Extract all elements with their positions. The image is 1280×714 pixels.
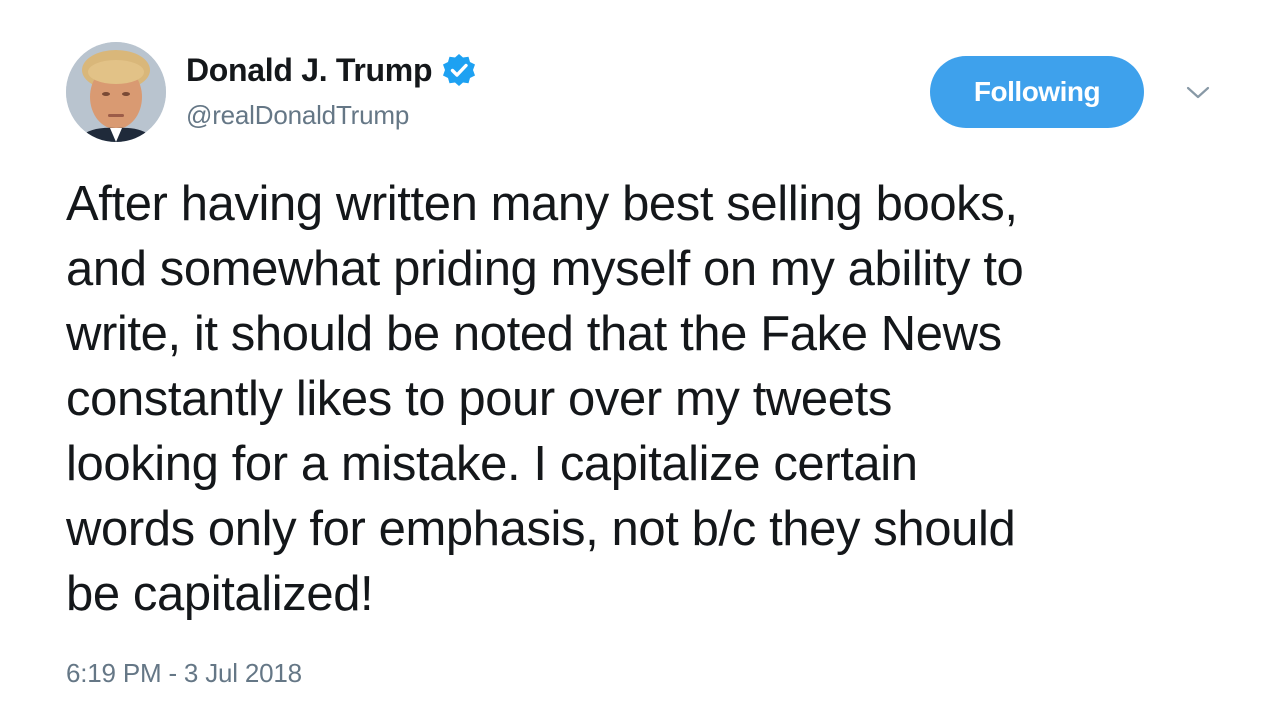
tweet-timestamp[interactable]: 6:19 PM - 3 Jul 2018 xyxy=(66,658,302,689)
display-name[interactable]: Donald J. Trump xyxy=(186,52,433,89)
avatar-image xyxy=(66,42,166,142)
tweet-text-line: words only for emphasis, not b/c they sh… xyxy=(66,502,1016,556)
user-handle[interactable]: @realDonaldTrump xyxy=(186,100,409,131)
verified-badge-icon xyxy=(442,53,476,87)
tweet-card: Donald J. Trump @realDonaldTrump Followi… xyxy=(0,0,1280,714)
tweet-text-line: and somewhat priding myself on my abilit… xyxy=(66,242,1024,296)
tweet-menu-button[interactable] xyxy=(1180,78,1216,108)
avatar[interactable] xyxy=(66,42,166,142)
tweet-text-line: constantly likes to pour over my tweets xyxy=(66,372,892,426)
tweet-text-line: looking for a mistake. I capitalize cert… xyxy=(66,437,918,491)
tweet-text-line: After having written many best selling b… xyxy=(66,177,1018,231)
tweet-text-line: be capitalized! xyxy=(66,567,374,621)
tweet-text-line: write, it should be noted that the Fake … xyxy=(66,307,1002,361)
tweet-text: After having written many best selling b… xyxy=(66,172,1236,627)
display-name-row[interactable]: Donald J. Trump xyxy=(186,48,476,92)
chevron-down-icon xyxy=(1186,86,1210,99)
following-button[interactable]: Following xyxy=(930,56,1144,128)
